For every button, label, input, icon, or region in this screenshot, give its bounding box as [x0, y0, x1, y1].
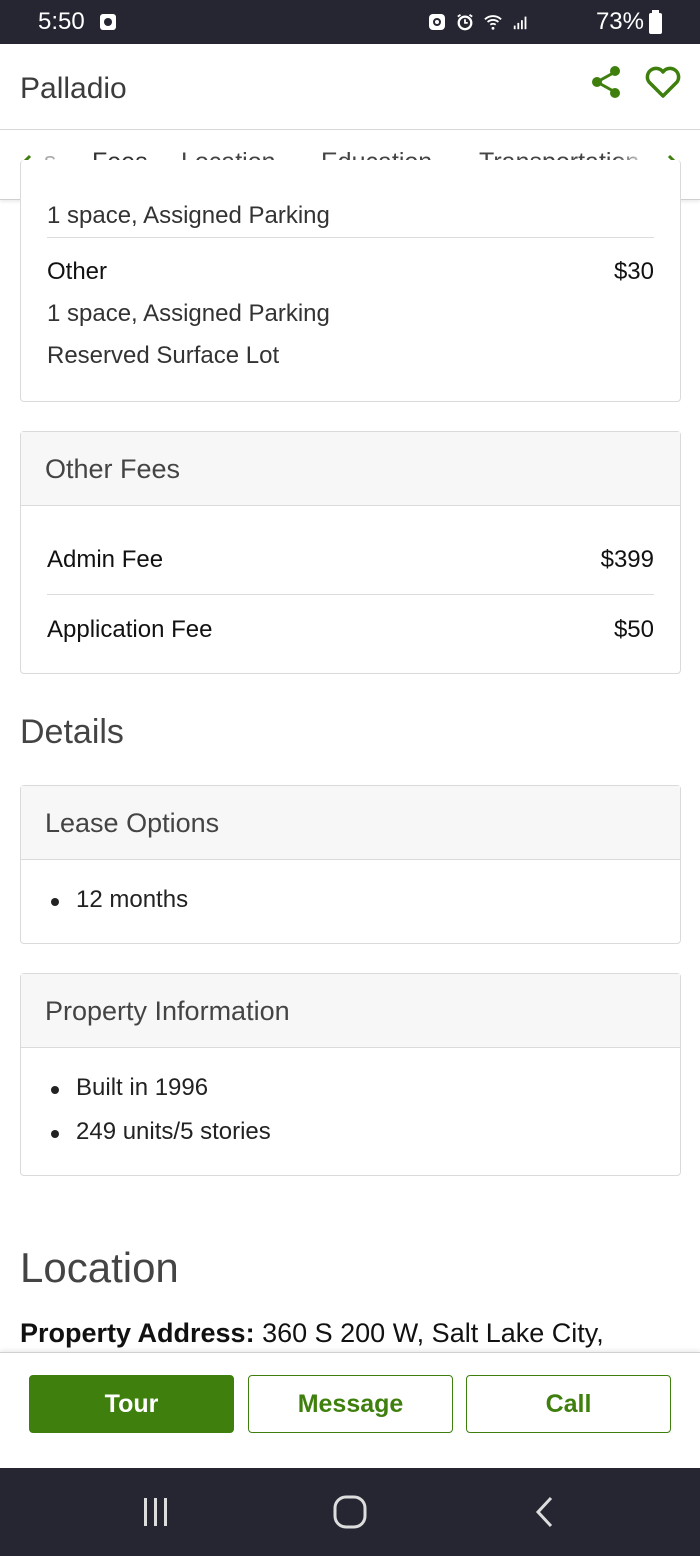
- status-time: 5:50: [38, 8, 85, 35]
- card-title: Other Fees: [21, 432, 680, 506]
- fee-row-application: Application Fee $50: [47, 616, 654, 644]
- details-heading: Details: [20, 713, 124, 751]
- back-icon[interactable]: [526, 1494, 566, 1530]
- page-title: Palladio: [20, 72, 127, 105]
- lease-options-card: Lease Options 12 months: [20, 785, 681, 944]
- app-header: Palladio: [0, 44, 700, 130]
- alarm-icon: [457, 14, 473, 31]
- row-value: $50: [613, 616, 654, 643]
- location-heading: Location: [20, 1244, 179, 1291]
- tour-button[interactable]: Tour: [29, 1375, 234, 1433]
- status-bar: 5:50 73%: [0, 0, 700, 44]
- share-icon[interactable]: [588, 64, 624, 100]
- property-address: Property Address: 360 S 200 W, Salt Lake…: [20, 1318, 604, 1349]
- notification-icon: [100, 14, 116, 30]
- wifi-icon: [484, 15, 502, 30]
- list-item: 12 months: [51, 886, 188, 914]
- card-title: Lease Options: [21, 786, 680, 860]
- property-info-card: Property Information Built in 1996 249 u…: [20, 973, 681, 1176]
- divider: [47, 594, 654, 595]
- signal-icon: [513, 16, 527, 30]
- divider: [47, 237, 654, 238]
- list-item: 249 units/5 stories: [51, 1118, 271, 1146]
- message-button[interactable]: Message: [248, 1375, 453, 1433]
- address-label: Property Address:: [20, 1318, 255, 1348]
- row-label: Admin Fee: [47, 546, 164, 573]
- list-item: Built in 1996: [51, 1074, 208, 1102]
- row-value: $30: [613, 258, 654, 285]
- system-nav-bar: [0, 1468, 700, 1556]
- fee-row-admin: Admin Fee $399: [47, 546, 654, 574]
- row-sub: Reserved Surface Lot: [47, 342, 280, 369]
- action-bar: Tour Message Call: [0, 1352, 700, 1468]
- heart-icon[interactable]: [644, 64, 682, 100]
- row-value: $399: [600, 546, 654, 573]
- status-icons: [428, 12, 530, 32]
- row-label: Application Fee: [47, 616, 213, 643]
- address-value: 360 S 200 W, Salt Lake City,: [262, 1318, 604, 1348]
- home-icon[interactable]: [330, 1494, 370, 1530]
- battery-percent: 73%: [595, 8, 644, 35]
- sync-icon: [429, 14, 445, 30]
- call-button[interactable]: Call: [466, 1375, 671, 1433]
- parking-row-other: Other $30 1 space, Assigned Parking Rese…: [47, 258, 654, 370]
- battery-icon: [649, 10, 662, 34]
- card-title: Property Information: [21, 974, 680, 1048]
- recent-apps-icon[interactable]: [136, 1494, 176, 1530]
- other-fees-card: Other Fees Admin Fee $399 Application Fe…: [20, 431, 681, 674]
- row-label: Other: [47, 258, 108, 285]
- parking-clipped-sub: 1 space, Assigned Parking: [47, 202, 330, 229]
- row-sub: 1 space, Assigned Parking: [47, 300, 330, 327]
- parking-card: 1 space, Assigned Parking Other $30 1 sp…: [20, 160, 681, 402]
